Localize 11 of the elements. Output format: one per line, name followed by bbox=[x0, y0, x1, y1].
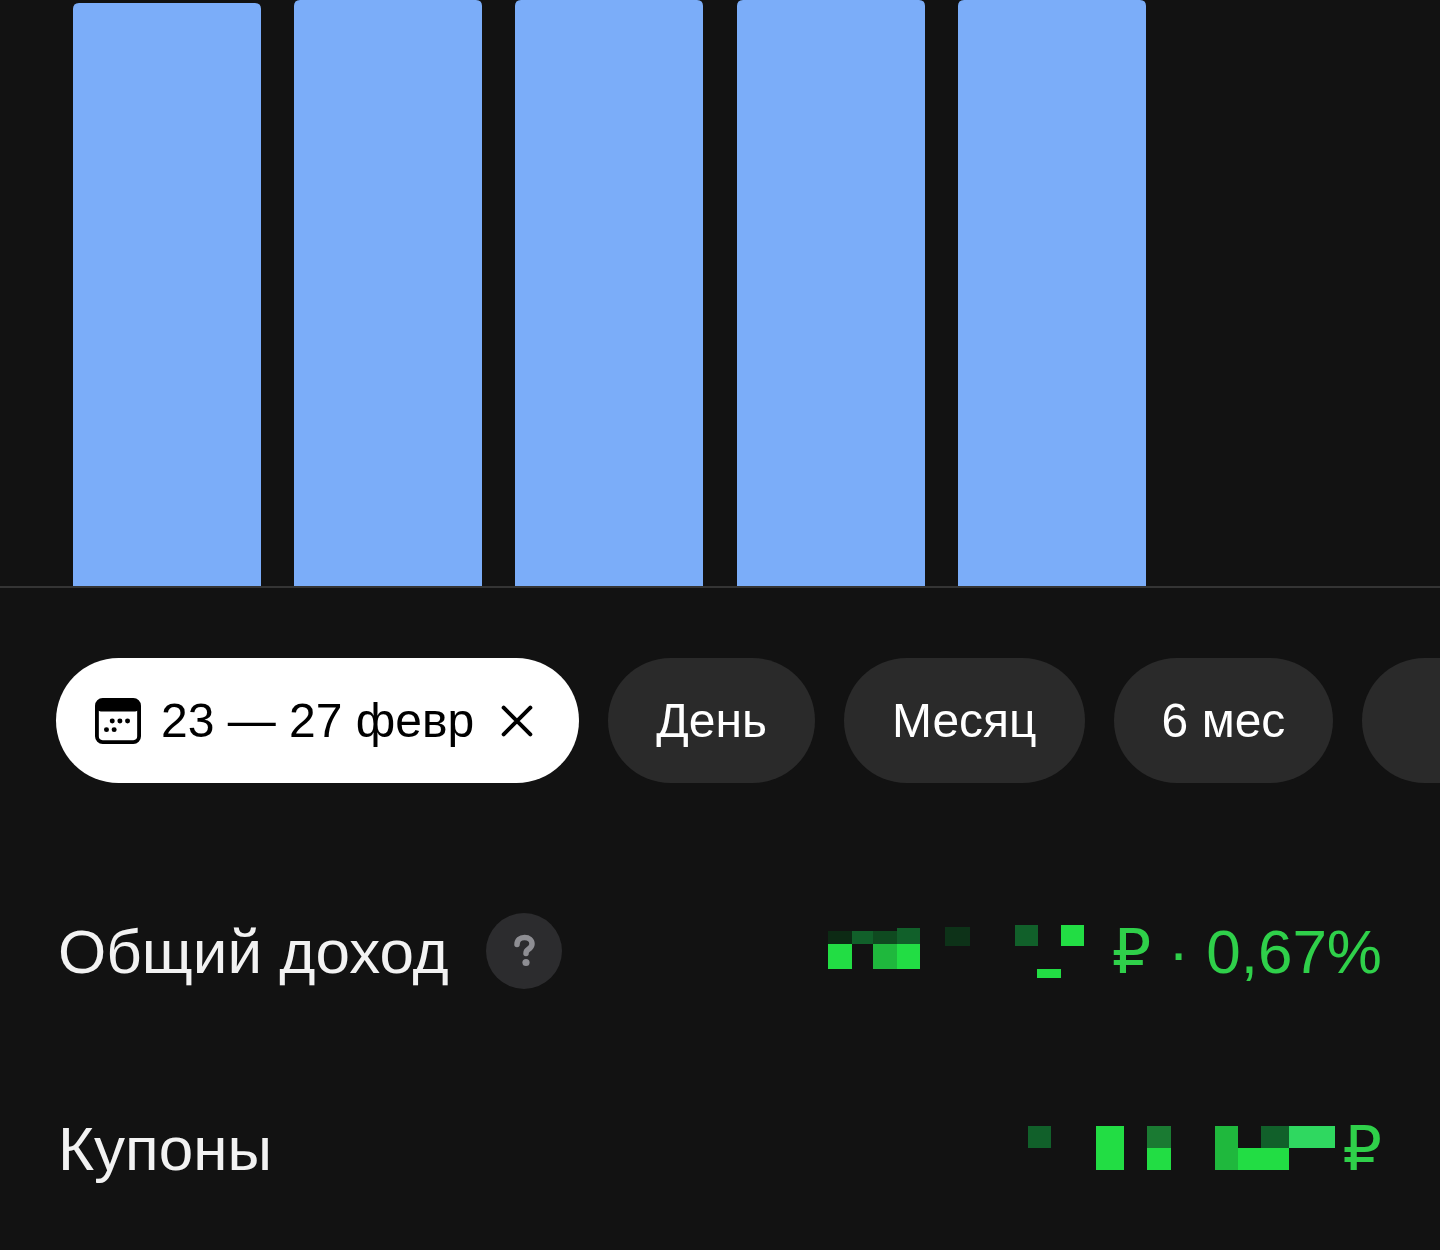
close-icon[interactable] bbox=[501, 704, 534, 737]
help-icon[interactable] bbox=[485, 913, 562, 989]
filter-chip[interactable]: 6 мес bbox=[1113, 658, 1334, 783]
calendar-icon bbox=[95, 697, 141, 744]
filter-chip[interactable]: 23 — 27 февр bbox=[56, 658, 580, 783]
metric-value: ₽ bbox=[1342, 1112, 1382, 1185]
metric-label: Общий доход bbox=[58, 915, 449, 987]
metric-label: Купоны bbox=[58, 1112, 272, 1184]
filter-chip[interactable]: Месяц bbox=[843, 658, 1085, 783]
metric-value: ₽ · 0,67% bbox=[1111, 915, 1382, 988]
filter-chip[interactable]: День bbox=[608, 658, 815, 783]
